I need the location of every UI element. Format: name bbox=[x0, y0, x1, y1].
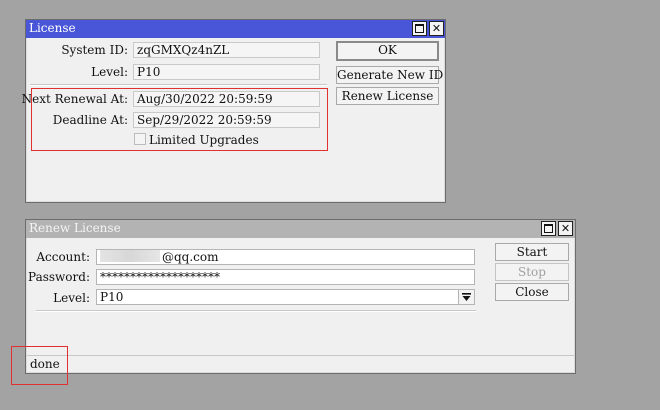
dropdown-arrow-icon[interactable] bbox=[458, 290, 474, 304]
maximize-icon[interactable] bbox=[412, 21, 427, 36]
status-bar: done bbox=[27, 355, 574, 372]
renew-license-button[interactable]: Renew License bbox=[336, 87, 439, 105]
password-input[interactable]: ******************** bbox=[96, 269, 475, 285]
license-window: License ✕ System ID: zqGMXQz4nZL Level: … bbox=[22, 19, 446, 203]
close-icon[interactable]: ✕ bbox=[558, 221, 573, 236]
level-field[interactable]: P10 bbox=[133, 64, 320, 80]
renew-level-label: Level: bbox=[53, 291, 90, 305]
renew-license-window: Renew License ✕ Account: @qq.com Passwor… bbox=[25, 219, 576, 374]
close-icon[interactable]: ✕ bbox=[429, 21, 444, 36]
start-button[interactable]: Start bbox=[495, 243, 569, 261]
level-label: Level: bbox=[91, 65, 128, 79]
highlight-box bbox=[31, 88, 328, 151]
password-label: Password: bbox=[28, 270, 90, 284]
status-highlight-box bbox=[11, 346, 68, 385]
close-button[interactable]: Close bbox=[495, 283, 569, 301]
stop-button[interactable]: Stop bbox=[495, 263, 569, 281]
account-input[interactable]: @qq.com bbox=[96, 249, 475, 265]
renew-title: Renew License bbox=[29, 221, 121, 235]
level-select-value: P10 bbox=[100, 290, 124, 304]
renew-titlebar[interactable]: Renew License ✕ bbox=[26, 220, 575, 238]
maximize-icon[interactable] bbox=[541, 221, 556, 236]
license-title: License bbox=[29, 21, 76, 35]
system-id-label: System ID: bbox=[61, 43, 128, 57]
ok-button[interactable]: OK bbox=[336, 41, 439, 61]
level-select[interactable]: P10 bbox=[96, 289, 475, 305]
separator bbox=[36, 310, 476, 312]
generate-new-id-button[interactable]: Generate New ID bbox=[336, 66, 443, 84]
system-id-field[interactable]: zqGMXQz4nZL bbox=[133, 42, 320, 58]
license-titlebar[interactable]: License ✕ bbox=[26, 20, 445, 38]
account-value: @qq.com bbox=[162, 250, 219, 264]
redacted-username bbox=[100, 250, 160, 262]
account-label: Account: bbox=[36, 250, 90, 264]
separator bbox=[30, 84, 327, 86]
